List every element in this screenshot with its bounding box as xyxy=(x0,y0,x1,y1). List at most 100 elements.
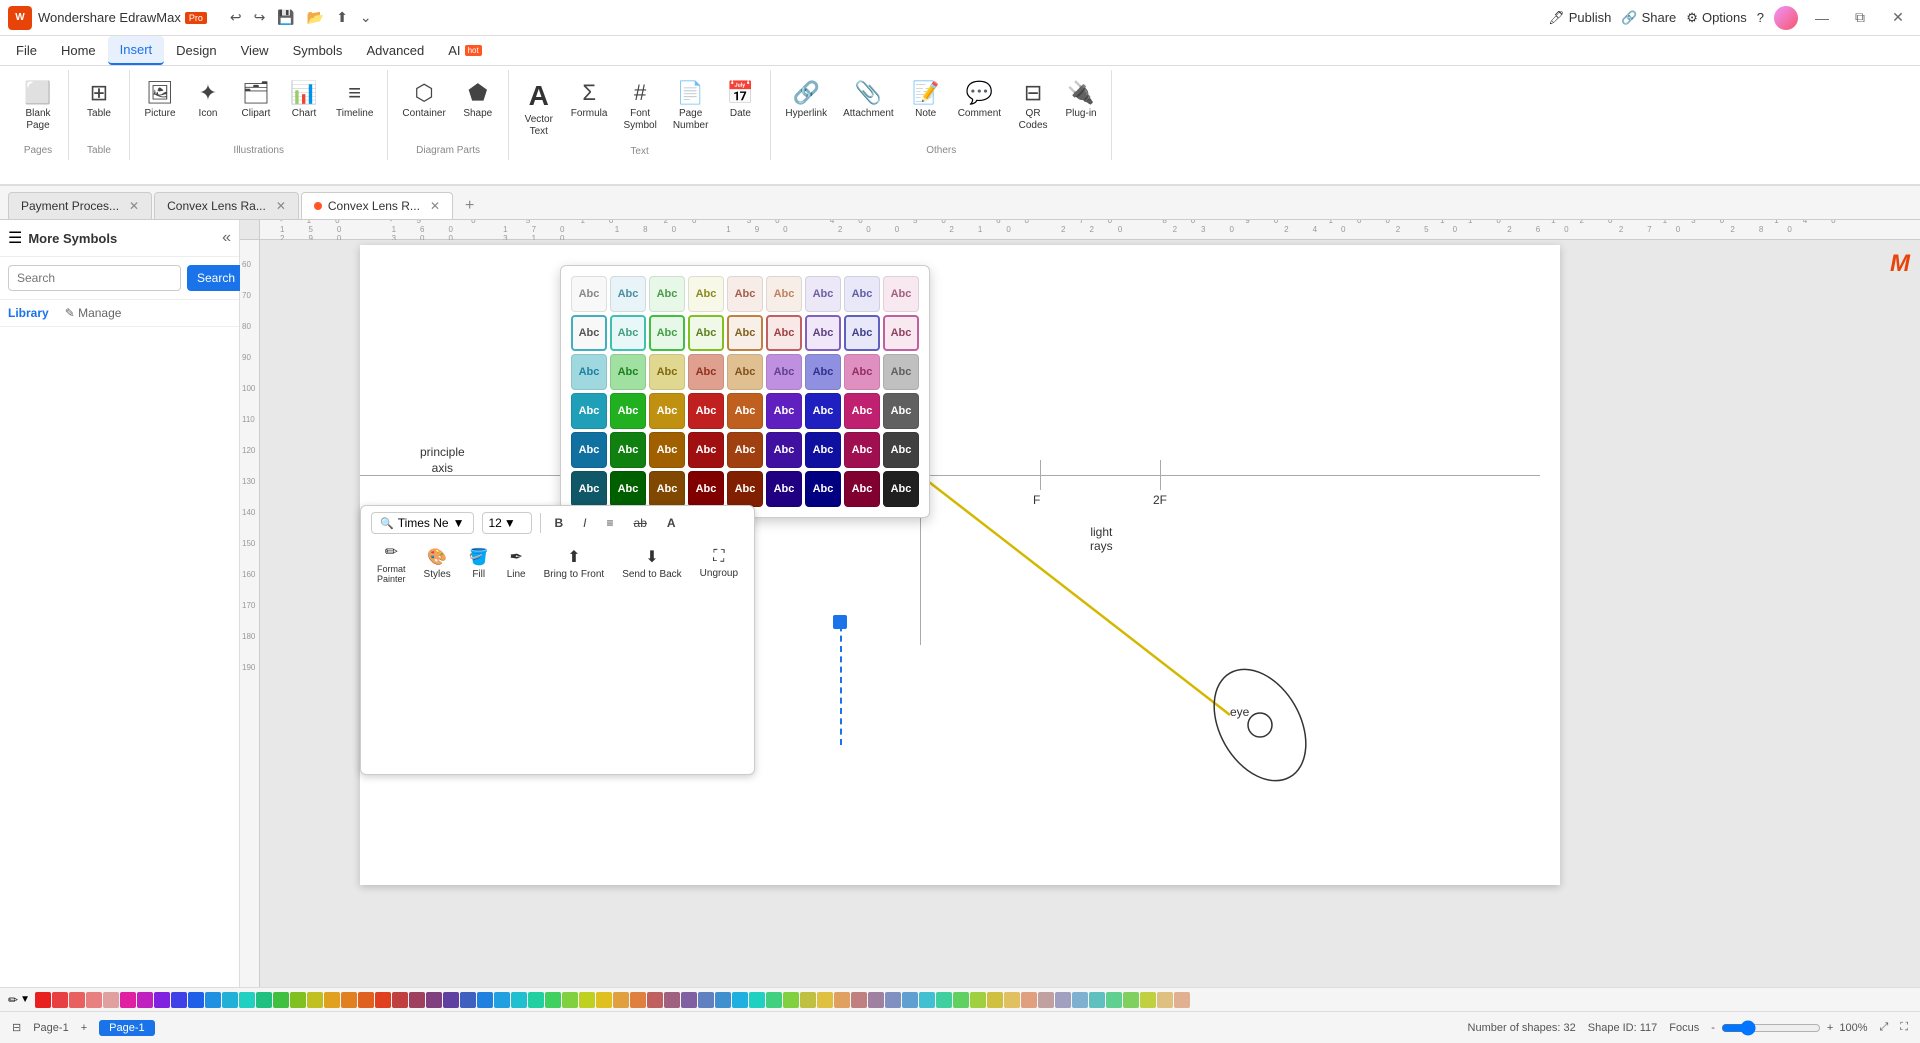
color-swatch[interactable] xyxy=(86,992,102,1008)
timeline-button[interactable]: ≡ Timeline xyxy=(330,76,379,124)
attachment-button[interactable]: 📎 Attachment xyxy=(837,76,900,124)
color-swatch[interactable] xyxy=(137,992,153,1008)
color-swatch[interactable] xyxy=(919,992,935,1008)
style-cell[interactable]: Abc xyxy=(844,315,880,351)
menu-home[interactable]: Home xyxy=(49,36,108,65)
color-swatch[interactable] xyxy=(1072,992,1088,1008)
menu-symbols[interactable]: Symbols xyxy=(281,36,355,65)
color-swatch[interactable] xyxy=(851,992,867,1008)
page-number-button[interactable]: 📄 PageNumber xyxy=(667,76,715,136)
color-swatch[interactable] xyxy=(120,992,136,1008)
color-swatch[interactable] xyxy=(800,992,816,1008)
share-button[interactable]: 🔗 Share xyxy=(1621,10,1676,26)
color-swatch[interactable] xyxy=(1157,992,1173,1008)
style-cell[interactable]: Abc xyxy=(844,432,880,468)
color-swatch[interactable] xyxy=(647,992,663,1008)
save-button[interactable]: 💾 xyxy=(274,7,297,28)
color-swatch[interactable] xyxy=(579,992,595,1008)
style-cell[interactable]: Abc xyxy=(727,276,763,312)
color-swatch[interactable] xyxy=(35,992,51,1008)
style-cell[interactable]: Abc xyxy=(688,354,724,390)
color-swatch[interactable] xyxy=(1038,992,1054,1008)
color-swatch[interactable] xyxy=(460,992,476,1008)
color-swatch[interactable] xyxy=(341,992,357,1008)
color-swatch[interactable] xyxy=(256,992,272,1008)
style-cell[interactable]: Abc xyxy=(571,354,607,390)
export-button[interactable]: ⬆ xyxy=(333,7,351,28)
style-cell[interactable]: Abc xyxy=(688,393,724,429)
color-swatch[interactable] xyxy=(953,992,969,1008)
fit-view-button[interactable]: ⤢ xyxy=(1879,1021,1888,1034)
undo-button[interactable]: ↩ xyxy=(227,7,245,28)
style-cell[interactable]: Abc xyxy=(805,393,841,429)
color-swatch[interactable] xyxy=(494,992,510,1008)
bring-to-front-button[interactable]: ⬆ Bring to Front xyxy=(538,543,611,584)
style-cell[interactable]: Abc xyxy=(610,432,646,468)
style-cell[interactable]: Abc xyxy=(805,315,841,351)
style-cell[interactable]: Abc xyxy=(649,354,685,390)
color-swatch[interactable] xyxy=(392,992,408,1008)
icon-button[interactable]: ✦ Icon xyxy=(186,76,230,124)
style-cell[interactable]: Abc xyxy=(610,393,646,429)
color-swatch[interactable] xyxy=(766,992,782,1008)
tab-convex2-close[interactable]: ✕ xyxy=(430,199,440,213)
color-swatch[interactable] xyxy=(154,992,170,1008)
style-cell[interactable]: Abc xyxy=(571,276,607,312)
style-cell[interactable]: Abc xyxy=(649,471,685,507)
send-to-back-button[interactable]: ⬇ Send to Back xyxy=(616,543,687,584)
color-swatch[interactable] xyxy=(171,992,187,1008)
style-cell[interactable]: Abc xyxy=(610,276,646,312)
sidebar-library[interactable]: Library xyxy=(8,306,49,320)
style-cell[interactable]: Abc xyxy=(571,393,607,429)
style-cell[interactable]: Abc xyxy=(844,354,880,390)
formula-button[interactable]: Σ Formula xyxy=(565,76,614,124)
color-swatch[interactable] xyxy=(528,992,544,1008)
tab-payment[interactable]: Payment Proces... ✕ xyxy=(8,192,152,219)
fullscreen-button[interactable]: ⛶ xyxy=(1900,1021,1908,1034)
style-cell[interactable]: Abc xyxy=(688,432,724,468)
color-swatch[interactable] xyxy=(783,992,799,1008)
more-button[interactable]: ⌄ xyxy=(357,7,375,28)
menu-advanced[interactable]: Advanced xyxy=(354,36,436,65)
blank-page-button[interactable]: ⬜ BlankPage xyxy=(16,76,60,136)
zoom-slider[interactable] xyxy=(1721,1020,1821,1036)
tab-convex1-close[interactable]: ✕ xyxy=(276,199,286,213)
style-cell[interactable]: Abc xyxy=(649,315,685,351)
color-swatch[interactable] xyxy=(443,992,459,1008)
options-button[interactable]: ⚙ Options xyxy=(1686,10,1746,26)
align-button[interactable]: ≡ xyxy=(601,512,620,534)
style-cell[interactable]: Abc xyxy=(844,393,880,429)
font-size-selector[interactable]: 12 ▼ xyxy=(482,512,532,534)
ungroup-button[interactable]: ⛶ Ungroup xyxy=(694,544,744,583)
style-cell[interactable]: Abc xyxy=(727,393,763,429)
menu-file[interactable]: File xyxy=(4,36,49,65)
format-painter-button[interactable]: ✏ FormatPainter xyxy=(371,538,412,588)
tab-payment-close[interactable]: ✕ xyxy=(129,199,139,213)
sidebar-manage[interactable]: ✎ Manage xyxy=(65,306,122,320)
color-swatch[interactable] xyxy=(749,992,765,1008)
style-cell[interactable]: Abc xyxy=(883,393,919,429)
color-swatch[interactable] xyxy=(290,992,306,1008)
color-swatch[interactable] xyxy=(375,992,391,1008)
style-cell[interactable]: Abc xyxy=(805,471,841,507)
color-swatch[interactable] xyxy=(103,992,119,1008)
vector-text-button[interactable]: A VectorText xyxy=(517,76,561,142)
color-swatch[interactable] xyxy=(426,992,442,1008)
style-cell[interactable]: Abc xyxy=(649,276,685,312)
color-swatch[interactable] xyxy=(477,992,493,1008)
sidebar-collapse-icon[interactable]: « xyxy=(222,229,231,247)
style-cell[interactable]: Abc xyxy=(883,471,919,507)
color-swatch[interactable] xyxy=(69,992,85,1008)
style-cell[interactable]: Abc xyxy=(727,315,763,351)
restore-button[interactable]: ⧉ xyxy=(1846,8,1874,28)
focus-button[interactable]: Focus xyxy=(1669,1022,1699,1034)
open-button[interactable]: 📂 xyxy=(304,7,327,28)
color-swatch[interactable] xyxy=(409,992,425,1008)
color-swatch[interactable] xyxy=(1140,992,1156,1008)
color-swatch[interactable] xyxy=(868,992,884,1008)
font-symbol-button[interactable]: # FontSymbol xyxy=(617,76,662,136)
redo-button[interactable]: ↪ xyxy=(251,7,269,28)
font-selector[interactable]: 🔍 Times Ne ▼ xyxy=(371,512,474,534)
style-cell[interactable]: Abc xyxy=(883,315,919,351)
color-swatch[interactable] xyxy=(1106,992,1122,1008)
